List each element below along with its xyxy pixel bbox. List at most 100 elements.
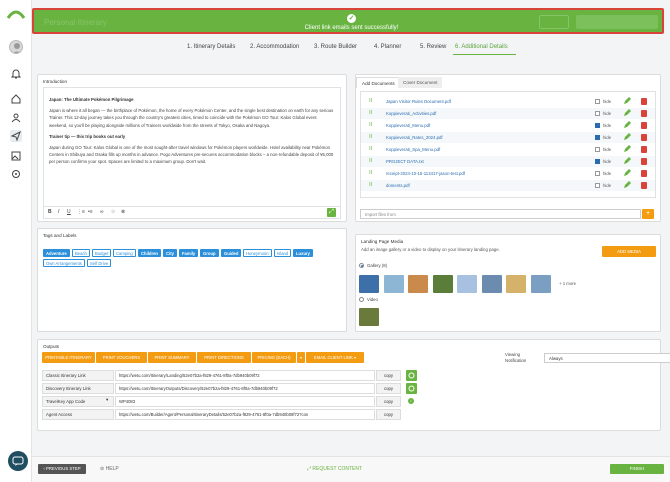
hide-checkbox[interactable] <box>595 135 600 140</box>
output-button-3[interactable]: PRINT DIRECTIONS <box>197 352 251 363</box>
tag-guided[interactable]: Guided <box>221 249 242 257</box>
copy-button[interactable]: copy <box>376 409 401 420</box>
edit-icon[interactable] <box>623 121 631 129</box>
users-icon[interactable] <box>10 112 22 124</box>
edit-icon[interactable] <box>623 145 631 153</box>
bold-button[interactable]: B <box>48 209 52 215</box>
tag-children[interactable]: Children <box>138 249 161 257</box>
gallery-radio[interactable] <box>359 263 364 268</box>
tag-camping[interactable]: Camping <box>113 249 136 257</box>
header-primary-button[interactable] <box>576 15 658 29</box>
unlink-icon[interactable]: ⊘ <box>111 209 115 215</box>
delete-icon[interactable] <box>641 109 647 117</box>
step-itinerary-details[interactable]: 1. Itinerary Details <box>187 44 235 50</box>
app-logo[interactable] <box>6 6 26 20</box>
output-button-0[interactable]: PRINTABLE ITINERARY <box>42 352 95 363</box>
viewing-notification-select[interactable]: Always ▾ <box>544 353 670 363</box>
italic-button[interactable]: I <box>58 209 59 215</box>
output-button-6[interactable]: EMAIL CLIENT LINK ▾ <box>306 352 364 363</box>
gallery-thumbnail[interactable] <box>432 275 453 293</box>
delete-icon[interactable] <box>641 181 647 189</box>
underline-button[interactable]: U <box>67 209 71 215</box>
output-row-url[interactable]: https://wetu.com/Itinerary/Landing/52e07… <box>115 370 375 381</box>
tag-own-arrangements[interactable]: Own Arrangements <box>43 259 85 267</box>
edit-icon[interactable] <box>623 97 631 105</box>
step-review[interactable]: 5. Review <box>420 44 446 50</box>
step-accommodation[interactable]: 2. Accommodation <box>250 44 299 50</box>
step-additional-details[interactable]: 6. Additional Details <box>455 44 508 50</box>
introduction-editor[interactable]: Japan: The Ultimate Pokémon Pilgrimage J… <box>43 87 341 207</box>
gallery-thumbnail[interactable] <box>359 275 379 293</box>
settings-icon[interactable] <box>10 168 22 180</box>
tag-luxury[interactable]: Luxury <box>293 249 313 257</box>
tab-add-documents[interactable]: Add Documents <box>356 77 401 88</box>
drag-handle-icon[interactable]: ⁞⁞ <box>369 182 372 188</box>
drag-handle-icon[interactable]: ⁞⁞ <box>369 98 372 104</box>
expand-icon[interactable]: ⤢ <box>327 208 336 217</box>
drag-handle-icon[interactable]: ⁞⁞ <box>369 158 372 164</box>
step-route-builder[interactable]: 3. Route Builder <box>314 44 357 50</box>
gallery-thumbnail[interactable] <box>457 275 477 293</box>
document-name[interactable]: Koppieverati_Rates_2024.pdf <box>386 135 443 140</box>
delete-icon[interactable] <box>641 145 647 153</box>
hide-checkbox[interactable] <box>595 159 600 164</box>
drag-handle-icon[interactable]: ⁞⁞ <box>369 170 372 176</box>
edit-icon[interactable] <box>623 133 631 141</box>
gallery-thumbnail[interactable] <box>408 275 428 293</box>
finish-button[interactable]: FINISH <box>610 464 664 474</box>
tab-cover-document[interactable]: Cover Document <box>398 77 443 88</box>
avatar[interactable] <box>9 40 23 54</box>
send-icon[interactable] <box>10 130 22 142</box>
ordered-list-icon[interactable]: ⋮≡ <box>77 209 85 215</box>
delete-icon[interactable] <box>641 133 647 141</box>
drag-handle-icon[interactable]: ⁞⁞ <box>369 122 372 128</box>
tag-family[interactable]: Family <box>179 249 199 257</box>
video-radio[interactable] <box>359 297 364 302</box>
delete-icon[interactable] <box>641 121 647 129</box>
add-media-button[interactable]: ADD MEDIA <box>602 246 656 257</box>
tag-group[interactable]: Group <box>200 249 219 257</box>
bullet-list-icon[interactable]: •≡ <box>88 209 93 215</box>
copy-button[interactable]: copy <box>376 370 401 381</box>
drag-handle-icon[interactable]: ⁞⁞ <box>369 134 372 140</box>
output-row-url[interactable]: WP4083 <box>115 396 375 407</box>
hide-checkbox[interactable] <box>595 171 600 176</box>
edit-icon[interactable] <box>623 157 631 165</box>
tag-island[interactable]: Island <box>274 249 292 257</box>
link-icon[interactable]: ∞ <box>100 209 104 215</box>
drag-handle-icon[interactable]: ⁞⁞ <box>369 146 372 152</box>
output-button-1[interactable]: PRINT VOUCHERS <box>96 352 147 363</box>
edit-icon[interactable] <box>623 109 631 117</box>
help-link[interactable]: ⊘ HELP <box>100 466 119 472</box>
tag-adventure[interactable]: Adventure <box>43 249 70 257</box>
previous-step-button[interactable]: ‹ PREVIOUS STEP <box>38 464 86 474</box>
gear-icon[interactable] <box>406 370 417 381</box>
hide-checkbox[interactable] <box>595 183 600 188</box>
document-name[interactable]: PROJECT DATA.txt <box>386 159 424 164</box>
bell-icon[interactable] <box>10 68 22 80</box>
tag-budget[interactable]: Budget <box>92 249 112 257</box>
hide-checkbox[interactable] <box>595 99 600 104</box>
delete-icon[interactable] <box>641 157 647 165</box>
import-files-input[interactable]: Import files from <box>360 209 641 219</box>
tag-honeymoon[interactable]: Honeymoon <box>243 249 272 257</box>
home-icon[interactable] <box>10 93 22 105</box>
document-name[interactable]: Koppieverati_Spa_Menu.pdf <box>386 147 440 152</box>
video-thumbnail[interactable] <box>359 308 379 326</box>
gallery-thumbnail[interactable] <box>383 275 404 293</box>
step-planner[interactable]: 4. Planner <box>374 44 401 50</box>
gallery-thumbnail[interactable] <box>530 275 551 293</box>
edit-icon[interactable] <box>623 181 631 189</box>
gear-icon[interactable] <box>406 383 417 394</box>
gallery-thumbnail[interactable] <box>506 275 526 293</box>
request-content-link[interactable]: ⤢ REQUEST CONTENT <box>307 466 362 472</box>
document-name[interactable]: receipt-2024-10-15-113417-jason-test.pdf <box>386 171 465 176</box>
output-row-url[interactable]: https://wetu.com/Builder/Agent/PersonalI… <box>115 409 375 420</box>
image-icon[interactable] <box>10 150 22 162</box>
drag-handle-icon[interactable]: ⁞⁞ <box>369 110 372 116</box>
output-button-4[interactable]: PRICING (EACH) <box>252 352 296 363</box>
tag-beach[interactable]: Beach <box>72 249 90 257</box>
chevron-down-icon[interactable]: ▾ <box>106 397 108 403</box>
output-button-5[interactable]: ▾ <box>297 352 305 363</box>
import-add-button[interactable]: + <box>642 209 654 219</box>
